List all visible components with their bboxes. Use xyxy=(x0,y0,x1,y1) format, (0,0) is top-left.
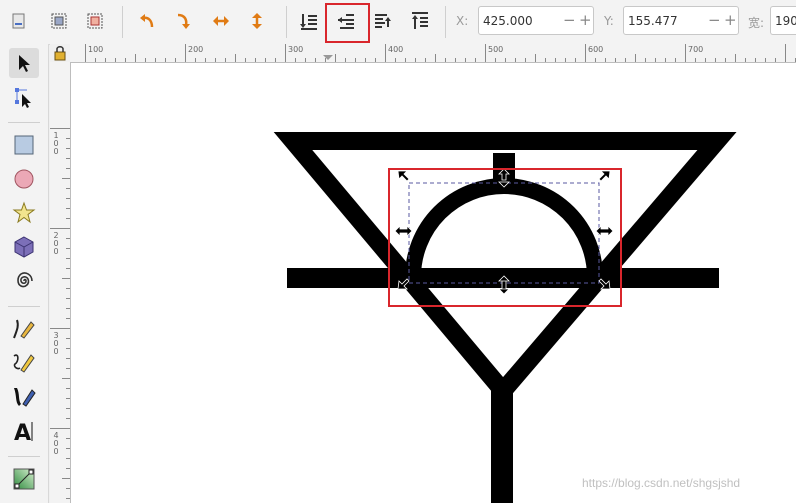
selector-tool[interactable] xyxy=(9,48,39,78)
lock-guides-button[interactable] xyxy=(50,44,70,62)
horizontal-ruler: 100 200 300 400 500 600 700 xyxy=(70,44,796,63)
rotate-ccw-icon xyxy=(140,14,154,28)
raise-icon xyxy=(375,14,391,28)
x-value: 425.000 xyxy=(483,14,533,28)
rectangle-tool[interactable] xyxy=(9,130,39,160)
freehand-tool[interactable] xyxy=(9,348,39,378)
deselect-icon xyxy=(87,13,103,29)
width-field[interactable]: 190 xyxy=(770,6,796,35)
ruler-label: 500 xyxy=(488,45,504,54)
spiral-icon xyxy=(17,272,33,288)
ruler-label: 400 xyxy=(388,45,404,54)
tools-panel: A xyxy=(0,44,49,503)
select-all-button[interactable] xyxy=(6,8,32,34)
lower-button-highlight xyxy=(325,3,370,43)
node-editor-icon xyxy=(15,88,31,108)
y-decrement-button[interactable]: − xyxy=(708,11,721,29)
star-tool[interactable] xyxy=(9,198,39,228)
text-icon: A xyxy=(14,421,33,443)
select-all-icon xyxy=(12,13,25,29)
rotate-ccw-button[interactable] xyxy=(134,8,160,34)
lower-to-bottom-icon xyxy=(300,14,317,30)
arrow-cursor-icon xyxy=(19,55,30,72)
y-increment-button[interactable]: + xyxy=(724,11,737,29)
raise-button[interactable] xyxy=(370,8,396,34)
drawing-canvas[interactable] xyxy=(71,63,796,503)
select-all-layers-button[interactable] xyxy=(46,8,72,34)
rotate-cw-button[interactable] xyxy=(170,8,196,34)
select-all-layers-icon xyxy=(51,13,67,29)
ruler-label: 300 xyxy=(53,331,59,356)
ruler-label: 100 xyxy=(88,45,104,54)
text-tool[interactable]: A xyxy=(9,416,39,446)
rectangle-icon xyxy=(14,135,34,155)
vertical-ruler: 100 200 300 400 xyxy=(50,62,71,503)
ruler-label: 400 xyxy=(53,431,59,456)
lock-icon xyxy=(54,46,66,61)
rotate-cw-icon xyxy=(177,13,190,29)
semicircle-shape[interactable] xyxy=(405,178,603,278)
ruler-label: 600 xyxy=(588,45,604,54)
star-icon xyxy=(12,201,36,224)
x-increment-button[interactable]: + xyxy=(579,11,592,29)
y-field[interactable]: 155.477 − + xyxy=(623,6,739,35)
watermark-text: https://blog.csdn.net/shgsjshd xyxy=(582,476,741,490)
ruler-label: 300 xyxy=(288,45,304,54)
gradient-tool[interactable] xyxy=(9,464,39,494)
flip-horizontal-button[interactable] xyxy=(208,8,234,34)
flip-vertical-button[interactable] xyxy=(244,8,270,34)
raise-to-top-button[interactable] xyxy=(407,8,433,34)
ruler-label: 200 xyxy=(188,45,204,54)
ellipse-tool[interactable] xyxy=(9,164,39,194)
circle-icon xyxy=(14,169,34,189)
drawing-svg xyxy=(273,132,737,503)
flip-horizontal-icon xyxy=(213,16,229,26)
pencil-tool[interactable] xyxy=(9,314,39,344)
x-field[interactable]: 425.000 − + xyxy=(478,6,594,35)
spiral-tool[interactable] xyxy=(9,266,39,296)
3d-box-icon xyxy=(14,236,34,258)
3d-box-tool[interactable] xyxy=(9,232,39,262)
lower-to-bottom-button[interactable] xyxy=(296,8,322,34)
flip-vertical-icon xyxy=(252,13,262,29)
width-value: 190 xyxy=(775,14,796,28)
commands-toolbar: X: 425.000 − + Y: 155.477 − + 宽: 190 xyxy=(0,0,796,45)
pencil-icon xyxy=(13,354,35,373)
ruler-label: 700 xyxy=(688,45,704,54)
y-label: Y: xyxy=(604,14,614,28)
raise-to-top-icon xyxy=(412,12,428,29)
deselect-button[interactable] xyxy=(82,8,108,34)
x-label: X: xyxy=(456,14,469,28)
ruler-label: 100 xyxy=(53,131,59,156)
y-value: 155.477 xyxy=(628,14,678,28)
width-label: 宽: xyxy=(748,16,765,30)
ruler-label: 200 xyxy=(53,231,59,256)
calligraphy-pen-icon xyxy=(14,388,36,407)
svg-text:A: A xyxy=(14,421,31,443)
vertical-stem[interactable] xyxy=(491,381,513,503)
bezier-pen-icon xyxy=(13,319,35,339)
x-decrement-button[interactable]: − xyxy=(563,11,576,29)
gradient-icon xyxy=(13,468,35,490)
calligraphy-tool[interactable] xyxy=(9,382,39,412)
node-tool[interactable] xyxy=(9,82,39,112)
